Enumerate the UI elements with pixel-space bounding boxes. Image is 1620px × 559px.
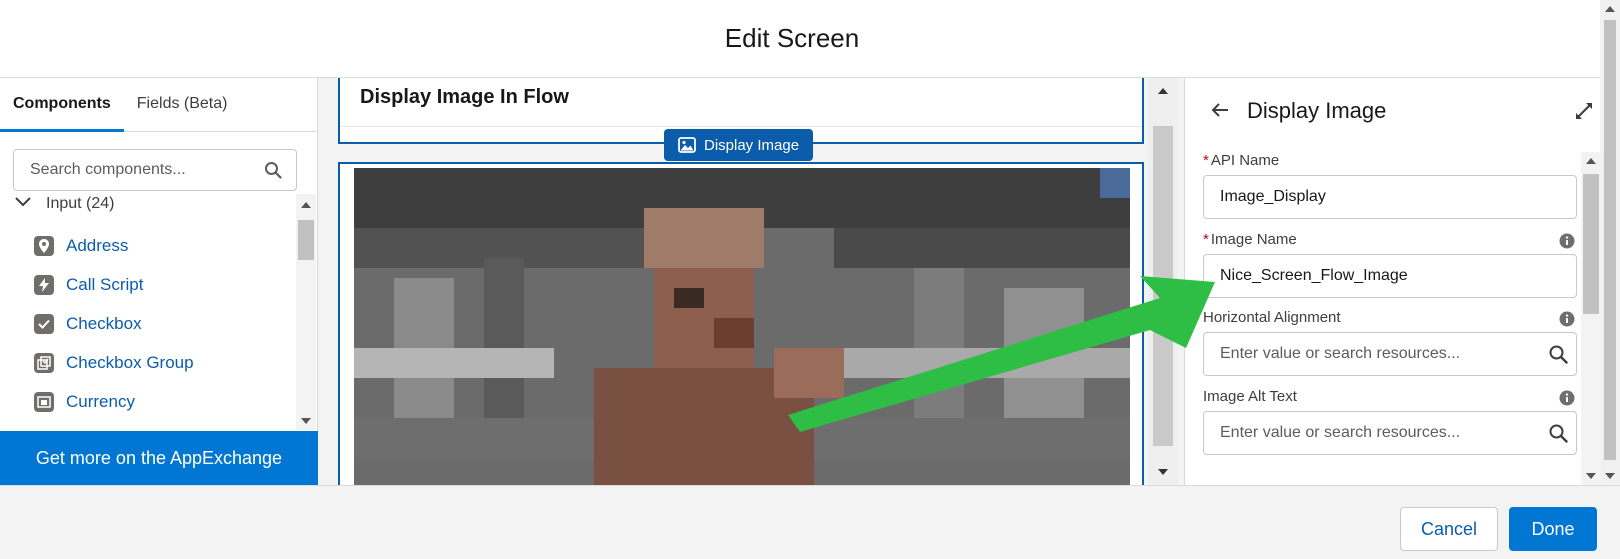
scroll-down-arrow-icon[interactable] bbox=[1158, 469, 1168, 475]
image-name-field: * Image Name Nice_Screen_Flow_Image bbox=[1203, 231, 1577, 298]
properties-header: Display Image bbox=[1185, 78, 1601, 140]
properties-title: Display Image bbox=[1247, 98, 1387, 123]
scroll-thumb[interactable] bbox=[1604, 20, 1616, 460]
scroll-up-arrow-icon[interactable] bbox=[1605, 6, 1615, 12]
edit-screen-modal: Edit Screen Components Fields (Beta) Inp… bbox=[0, 0, 1620, 559]
properties-panel: Display Image * API Name Image_Display * I… bbox=[1184, 78, 1601, 485]
horizontal-alignment-label: Horizontal Alignment bbox=[1203, 309, 1341, 326]
divider bbox=[340, 126, 1142, 127]
api-name-input[interactable]: Image_Display bbox=[1203, 175, 1577, 219]
modal-footer: Cancel Done bbox=[0, 485, 1620, 559]
component-label: Currency bbox=[66, 391, 135, 411]
api-name-field: * API Name Image_Display bbox=[1203, 152, 1577, 219]
info-icon[interactable] bbox=[1559, 311, 1575, 332]
selected-component-label: Display Image bbox=[704, 136, 800, 154]
info-icon[interactable] bbox=[1559, 233, 1575, 254]
component-item-checkbox[interactable]: Checkbox bbox=[34, 304, 292, 343]
image-name-label: * Image Name bbox=[1203, 231, 1297, 248]
image-name-input[interactable]: Nice_Screen_Flow_Image bbox=[1203, 254, 1577, 298]
component-item-checkbox-group[interactable]: Checkbox Group bbox=[34, 343, 292, 382]
input-group-label: Input (24) bbox=[46, 195, 115, 212]
checkbox-group-icon bbox=[34, 352, 54, 373]
page-scrollbar[interactable] bbox=[1600, 0, 1620, 485]
api-name-label: * API Name bbox=[1203, 152, 1280, 169]
done-button[interactable]: Done bbox=[1509, 507, 1597, 551]
palette-tabs: Components Fields (Beta) bbox=[0, 78, 317, 132]
image-alt-text-field: Image Alt Text Enter value or search res… bbox=[1203, 388, 1577, 455]
input-group-toggle[interactable]: Input (24) bbox=[14, 195, 114, 213]
expand-icon[interactable] bbox=[1575, 102, 1593, 125]
resource-search-placeholder: Enter value or search resources... bbox=[1220, 345, 1461, 362]
image-alt-text-input[interactable]: Enter value or search resources... bbox=[1203, 411, 1577, 455]
scroll-up-arrow-icon[interactable] bbox=[301, 202, 311, 208]
scroll-up-arrow-icon[interactable] bbox=[1586, 158, 1596, 164]
back-arrow-icon[interactable] bbox=[1211, 102, 1229, 123]
search-icon[interactable] bbox=[1548, 344, 1568, 369]
component-search bbox=[13, 149, 297, 191]
component-item-address[interactable]: Address bbox=[34, 226, 292, 265]
required-asterisk: * bbox=[1203, 231, 1209, 248]
scroll-up-arrow-icon[interactable] bbox=[1158, 88, 1168, 94]
canvas-scrollbar[interactable] bbox=[1148, 78, 1178, 485]
scroll-thumb[interactable] bbox=[1583, 174, 1599, 314]
cancel-button[interactable]: Cancel bbox=[1400, 507, 1498, 551]
pixelated-preview-image bbox=[354, 168, 1130, 485]
image-icon bbox=[678, 137, 696, 153]
horizontal-alignment-input[interactable]: Enter value or search resources... bbox=[1203, 332, 1577, 376]
search-icon[interactable] bbox=[1548, 423, 1568, 448]
component-item-call-script[interactable]: Call Script bbox=[34, 265, 292, 304]
search-icon[interactable] bbox=[264, 161, 282, 184]
display-image-component[interactable] bbox=[338, 162, 1144, 485]
lightning-icon bbox=[34, 274, 54, 295]
chevron-down-icon bbox=[14, 195, 32, 213]
checkbox-icon bbox=[34, 313, 54, 334]
currency-icon bbox=[34, 391, 54, 412]
component-label: Checkbox bbox=[66, 313, 142, 333]
screen-canvas: Display Image In Flow Display Image bbox=[318, 78, 1184, 485]
component-label: Address bbox=[66, 235, 129, 255]
section-title: Display Image In Flow bbox=[360, 86, 569, 108]
scroll-thumb[interactable] bbox=[1153, 126, 1173, 446]
component-label: Call Script bbox=[66, 274, 144, 294]
component-palette: Components Fields (Beta) Input (24) Addr… bbox=[0, 78, 318, 485]
search-components-input[interactable] bbox=[30, 161, 260, 179]
info-icon[interactable] bbox=[1559, 390, 1575, 411]
required-asterisk: * bbox=[1203, 152, 1209, 169]
component-item-currency[interactable]: Currency bbox=[34, 382, 292, 421]
component-label: Checkbox Group bbox=[66, 352, 194, 372]
modal-header: Edit Screen bbox=[0, 0, 1620, 78]
scroll-down-arrow-icon[interactable] bbox=[1586, 473, 1596, 479]
resource-search-placeholder: Enter value or search resources... bbox=[1220, 424, 1461, 441]
scroll-down-arrow-icon[interactable] bbox=[301, 418, 311, 424]
tab-fields-beta[interactable]: Fields (Beta) bbox=[124, 78, 241, 132]
properties-scrollbar[interactable] bbox=[1581, 152, 1601, 485]
selected-component-badge[interactable]: Display Image bbox=[664, 129, 814, 161]
horizontal-alignment-field: Horizontal Alignment Enter value or sear… bbox=[1203, 309, 1577, 376]
scroll-down-arrow-icon[interactable] bbox=[1605, 473, 1615, 479]
image-alt-text-label: Image Alt Text bbox=[1203, 388, 1297, 405]
location-pin-icon bbox=[34, 235, 54, 256]
appexchange-link[interactable]: Get more on the AppExchange bbox=[0, 431, 318, 485]
palette-scrollbar[interactable] bbox=[296, 194, 316, 430]
modal-title: Edit Screen bbox=[724, 23, 860, 53]
tab-components[interactable]: Components bbox=[0, 78, 124, 132]
scroll-thumb[interactable] bbox=[298, 220, 314, 260]
component-list: Address Call Script Checkbox Checkbox Gr… bbox=[34, 226, 292, 421]
